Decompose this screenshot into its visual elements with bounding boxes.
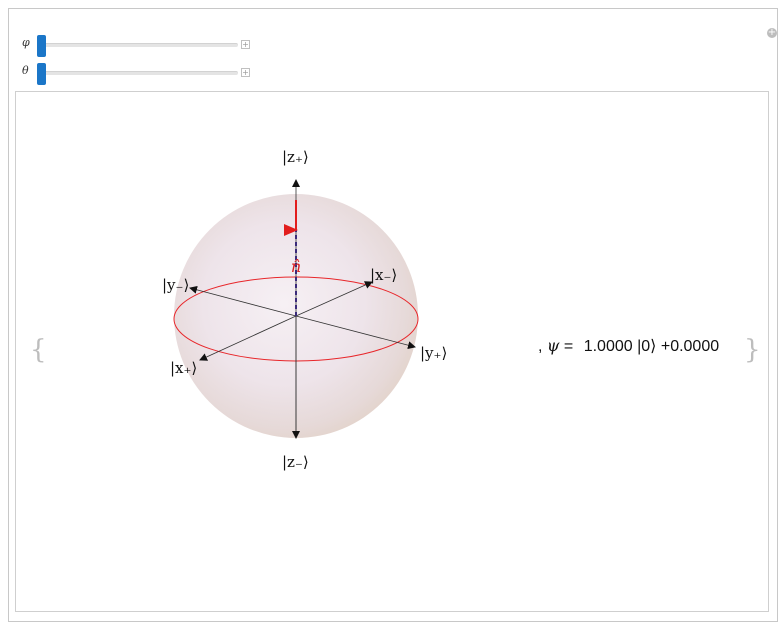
- psi-comma: ,: [538, 338, 543, 355]
- y-plus-label: |y₊⟩: [420, 344, 447, 362]
- close-brace: }: [744, 335, 761, 365]
- y-minus-label: |y₋⟩: [162, 276, 189, 294]
- n-hat-label: n̂: [291, 257, 301, 276]
- psi-symbol: ψ: [546, 336, 560, 355]
- bloch-sphere-graphic[interactable]: n̂ |z₊⟩ |z₋⟩ |x₊⟩ |x₋⟩ |y₊⟩ |y₋⟩: [140, 140, 470, 480]
- z-minus-label: |z₋⟩: [282, 453, 309, 471]
- state-expression: , ψ = 1.0000 |0⟩ +0.0000: [538, 336, 719, 356]
- phi-expand-icon[interactable]: +: [241, 40, 250, 49]
- phi-label: φ: [22, 36, 30, 49]
- x-plus-label: |x₊⟩: [170, 359, 197, 377]
- psi-coef-1: 0.0000: [670, 338, 720, 355]
- open-brace: {: [30, 335, 47, 365]
- psi-coef-0: 1.0000: [583, 338, 633, 355]
- x-minus-label: |x₋⟩: [370, 266, 397, 284]
- theta-slider[interactable]: [37, 63, 238, 85]
- phi-control: φ +: [22, 33, 262, 57]
- psi-ket-0: |0⟩: [637, 338, 657, 355]
- psi-plus: +: [660, 338, 671, 355]
- theta-slider-thumb[interactable]: [37, 63, 46, 85]
- theta-control: θ +: [22, 61, 262, 85]
- psi-equals: =: [563, 338, 574, 355]
- options-plus-icon[interactable]: +: [767, 28, 777, 38]
- z-plus-label: |z₊⟩: [282, 148, 309, 166]
- phi-slider[interactable]: [37, 35, 238, 57]
- theta-label: θ: [22, 64, 29, 77]
- phi-slider-thumb[interactable]: [37, 35, 46, 57]
- theta-expand-icon[interactable]: +: [241, 68, 250, 77]
